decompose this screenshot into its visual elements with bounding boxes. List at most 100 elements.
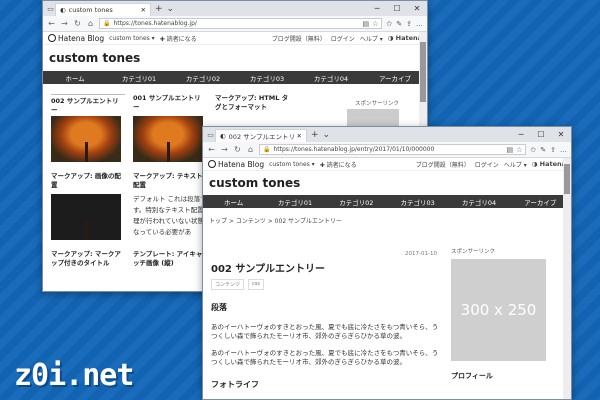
scrollbar[interactable] [563,158,571,399]
hatena-brand[interactable]: ◑ Hatena [532,160,566,168]
nav-category02[interactable]: カテゴリ02 [171,73,235,83]
entry-card[interactable]: 002 サンプルエントリー [51,94,125,168]
login-link[interactable]: ログイン [475,160,499,169]
nav-category04[interactable]: カテゴリ04 [299,73,363,83]
home-icon[interactable]: ⌂ [86,19,95,28]
login-link[interactable]: ログイン [331,34,355,43]
autumn-tree-thumbnail[interactable] [133,116,203,162]
scrollbar-thumb[interactable] [564,164,570,194]
pen-icon[interactable]: ✎ [540,146,546,154]
tab-custom-tones[interactable]: ◐ custom tones ✕ [55,3,151,16]
close-window-icon[interactable]: ✕ [551,127,571,142]
url-field[interactable]: 🔒 https://tones.hatenablog.jp/entry/2017… [259,144,527,155]
back-icon[interactable]: ← [47,19,56,28]
more-icon[interactable]: … [416,20,423,28]
entry-card[interactable]: マークアップ: 画像の配置 [51,172,125,246]
help-menu[interactable]: ヘルプ ▾ [504,160,527,169]
blog-title[interactable]: custom tones [203,171,571,195]
sponsor-label: スポンサーリンク [451,249,496,255]
nav-category04[interactable]: カテゴリ04 [448,197,509,207]
dark-thumbnail[interactable] [51,194,121,240]
close-tab-icon[interactable]: ✕ [141,6,146,14]
address-bar-row: ← → ↻ ⌂ 🔒 https://tones.hatenablog.jp/ ▤… [43,16,427,32]
nav-category02[interactable]: カテゴリ02 [326,197,387,207]
create-blog-link[interactable]: ブログ開設（無料） [416,160,470,169]
new-tab-icon[interactable]: + [155,4,163,14]
tag-css[interactable]: css [248,279,264,290]
entry-card-title[interactable]: マークアップ: HTML タグとフォーマット [215,94,289,116]
create-blog-link[interactable]: ブログ開設（無料） [272,34,326,43]
hatena-blog-logo[interactable]: Hatena Blog [48,34,104,43]
browser-window-front[interactable]: ▭ ◐ 002 サンプルエントリー - c ✕ + ⌄ ─ ☐ ✕ ← → ↻ … [202,126,572,400]
breadcrumb[interactable]: トップ > コンテンツ > 002 サンプルエントリー [203,208,571,231]
share-icon[interactable]: ⇪ [406,20,412,28]
refresh-icon[interactable]: ↻ [73,19,82,28]
nav-category01[interactable]: カテゴリ01 [264,197,325,207]
nav-category01[interactable]: カテゴリ01 [107,73,171,83]
entry-date[interactable]: 2017-01-10 [211,251,441,257]
reading-view-icon[interactable]: ▤ [362,20,369,28]
help-menu[interactable]: ヘルプ ▾ [360,34,383,43]
entry-card[interactable]: 001 サンプルエントリー [133,94,207,168]
paragraph: あのイーハトーヴォのすきとおった風、夏でも底に冷たさをもつ青いそら、うつくしい森… [211,323,439,340]
subscribe-button[interactable]: ✚ 読者になる [160,34,197,43]
logo-text: Hatena Blog [58,33,105,43]
entry-card-title[interactable]: 002 サンプルエントリー [51,94,125,116]
more-icon[interactable]: … [560,146,567,154]
blog-menu[interactable]: custom tones ▾ [269,161,315,168]
favorite-star-icon[interactable]: ☆ [372,20,378,28]
tab-list-chevron-icon[interactable]: ⌄ [167,4,175,14]
favorites-hub-icon[interactable]: ✩ [530,146,536,154]
nav-home[interactable]: ホーム [203,197,264,207]
reading-view-icon[interactable]: ▤ [506,146,513,154]
close-window-icon[interactable]: ✕ [407,1,427,16]
tab-actions-icon[interactable]: ▭ [46,5,55,13]
nav-category03[interactable]: カテゴリ03 [235,73,299,83]
site-watermark: z0i.net [14,358,134,393]
entry-card-title[interactable]: マークアップ: マークアップ付きのタイトル [51,250,125,272]
nav-archive[interactable]: アーカイブ [363,73,427,83]
entry-card-title[interactable]: テンプレート: アイキャッチ画像 (縦) [133,250,207,272]
blog-title[interactable]: custom tones [43,45,427,71]
back-icon[interactable]: ← [207,145,216,154]
nav-category03[interactable]: カテゴリ03 [387,197,448,207]
tab-sample-entry[interactable]: ◐ 002 サンプルエントリー - c ✕ [215,129,307,142]
tag-contents[interactable]: コンテンツ [211,279,245,290]
minimize-icon[interactable]: ─ [511,127,531,142]
hatena-blog-logo[interactable]: Hatena Blog [208,160,264,169]
tab-list-chevron-icon[interactable]: ⌄ [323,130,331,140]
blog-menu[interactable]: custom tones ▾ [109,35,155,42]
profile-heading: プロフィール [451,372,493,380]
scrollbar-thumb[interactable] [420,42,426,102]
entry-card-title[interactable]: マークアップ: 画像の配置 [51,172,125,194]
nav-home[interactable]: ホーム [43,73,107,83]
window-controls: ─ ☐ ✕ [511,127,571,142]
tab-actions-icon[interactable]: ▭ [206,131,215,139]
share-icon[interactable]: ⇪ [550,146,556,154]
subscribe-button[interactable]: ✚ 読者になる [320,160,357,169]
entry-title[interactable]: 002 サンプルエントリー [211,260,441,275]
entry-card[interactable]: マークアップ: マークアップ付きのタイトル [51,250,125,272]
maximize-icon[interactable]: ☐ [531,127,551,142]
favorite-star-icon[interactable]: ☆ [516,146,522,154]
close-tab-icon[interactable]: ✕ [297,132,302,140]
url-field[interactable]: 🔒 https://tones.hatenablog.jp/ ▤ ☆ [99,18,383,29]
refresh-icon[interactable]: ↻ [233,145,242,154]
nav-archive[interactable]: アーカイブ [510,197,571,207]
home-icon[interactable]: ⌂ [246,145,255,154]
entry-card[interactable]: テンプレート: アイキャッチ画像 (縦) [133,250,207,272]
hatena-brand[interactable]: ◑ Hatena [388,34,422,42]
pen-icon[interactable]: ✎ [396,20,402,28]
minimize-icon[interactable]: ─ [367,1,387,16]
autumn-tree-thumbnail[interactable] [51,116,121,162]
lock-icon: 🔒 [103,20,111,27]
entry-card-title[interactable]: 001 サンプルエントリー [133,94,207,116]
ad-placeholder[interactable]: 300 x 250 [451,259,546,361]
favorites-hub-icon[interactable]: ✩ [386,20,392,28]
entry-card-title[interactable]: マークアップ: テキスト配置 [133,172,207,194]
entry-card[interactable]: マークアップ: テキスト配置 デフォルト これは段落です。特別なテキスト配置処理… [133,172,210,246]
forward-icon[interactable]: → [220,145,229,154]
new-tab-icon[interactable]: + [311,130,319,140]
maximize-icon[interactable]: ☐ [387,1,407,16]
forward-icon[interactable]: → [60,19,69,28]
